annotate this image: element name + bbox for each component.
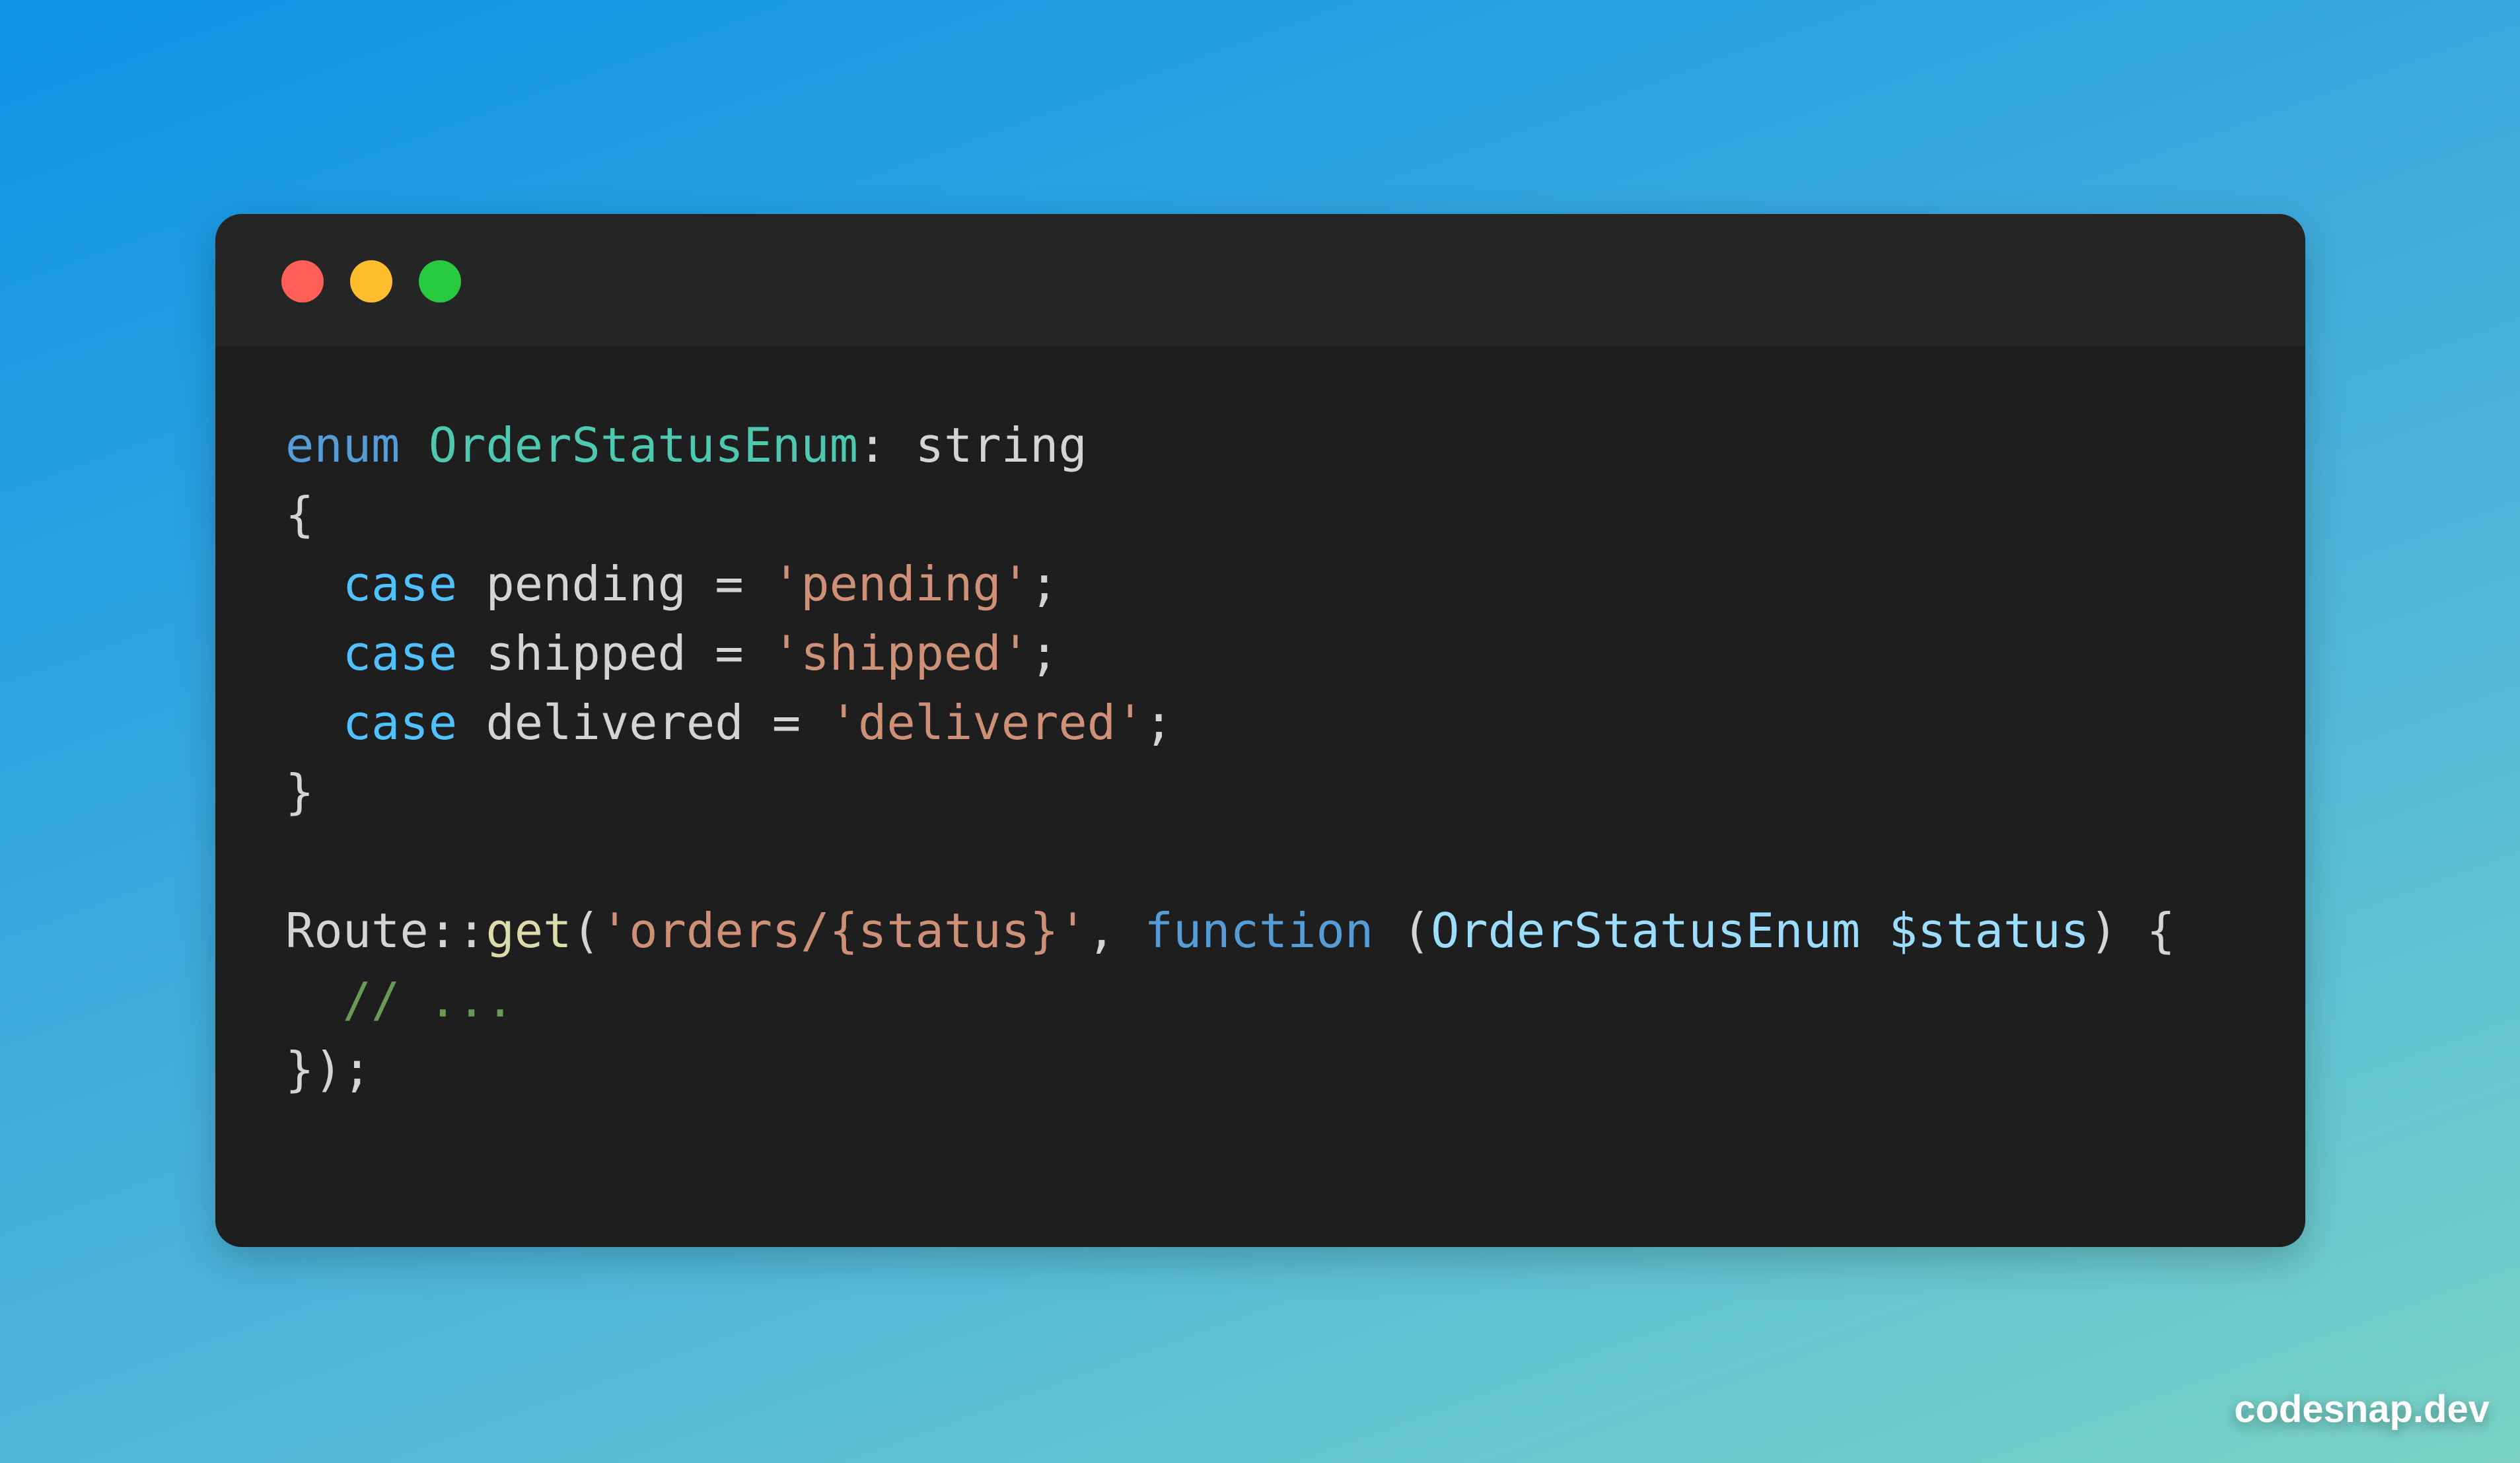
maximize-icon[interactable] xyxy=(419,260,461,303)
code-token: // ... xyxy=(342,972,515,1028)
code-token: function xyxy=(1144,903,1374,958)
code-token: pending = xyxy=(457,556,772,612)
code-token: 'orders/{status}' xyxy=(600,903,1087,958)
code-token: , xyxy=(1087,903,1145,958)
code-token: Route:: xyxy=(285,903,486,958)
code-token: ; xyxy=(1144,695,1173,750)
window-header xyxy=(215,214,2305,346)
code-token: ( xyxy=(1373,903,1431,958)
code-window: enum OrderStatusEnum: string{ case pendi… xyxy=(215,214,2305,1247)
code-token: shipped = xyxy=(457,625,772,681)
code-line: // ... xyxy=(285,967,515,1033)
code-line: case shipped = 'shipped'; xyxy=(285,620,1059,686)
code-token: case xyxy=(342,695,458,750)
code-token: }); xyxy=(285,1042,372,1097)
code-line: case delivered = 'delivered'; xyxy=(285,690,1173,756)
code-token: 'shipped' xyxy=(772,625,1030,681)
code-token: ; xyxy=(1030,625,1059,681)
code-token: enum xyxy=(285,417,400,473)
code-token: get xyxy=(486,903,572,958)
code-token: 'pending' xyxy=(772,556,1030,612)
code-token: case xyxy=(342,556,458,612)
code-token: OrderStatusEnum xyxy=(428,417,858,473)
code-area: enum OrderStatusEnum: string{ case pendi… xyxy=(285,412,2267,1205)
minimize-icon[interactable] xyxy=(350,260,392,303)
code-token: ) { xyxy=(2089,903,2176,958)
code-token: } xyxy=(285,764,314,820)
code-line: enum OrderStatusEnum: string xyxy=(285,412,1087,478)
code-token: case xyxy=(342,625,458,681)
code-line: { xyxy=(285,482,314,548)
code-token: $status xyxy=(1889,903,2089,958)
code-token: { xyxy=(285,487,314,542)
code-line: }); xyxy=(285,1036,371,1102)
code-token: 'delivered' xyxy=(829,695,1145,750)
code-line: Route::get('orders/{status}', function (… xyxy=(285,898,2175,964)
code-token: ; xyxy=(1030,556,1059,612)
watermark: codesnap.dev xyxy=(2234,1388,2490,1431)
code-token: OrderStatusEnum xyxy=(1430,903,1861,958)
code-line: case pending = 'pending'; xyxy=(285,551,1059,617)
code-token: ( xyxy=(571,903,600,958)
code-line: } xyxy=(285,759,314,825)
code-token: delivered = xyxy=(457,695,830,750)
code-token: : string xyxy=(857,417,1087,473)
close-icon[interactable] xyxy=(281,260,324,303)
